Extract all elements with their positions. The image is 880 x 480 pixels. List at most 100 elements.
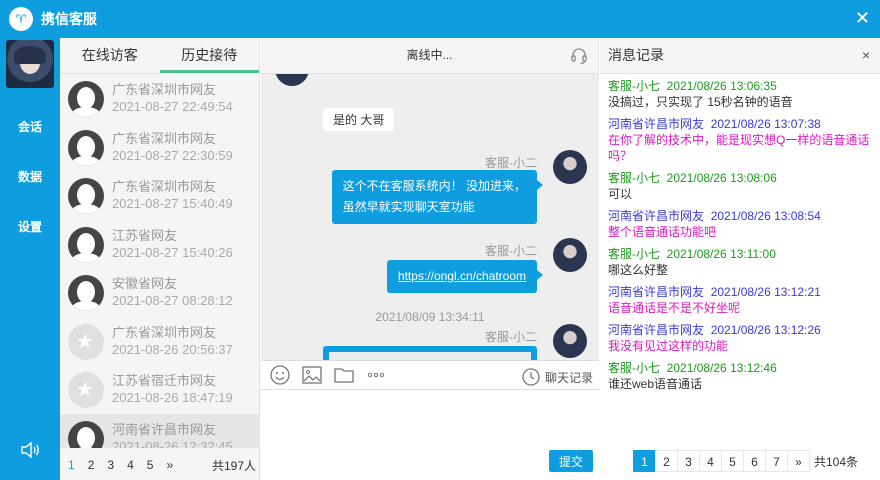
- visitor-time: 2021-08-27 08:28:12: [112, 293, 233, 308]
- chat-status: 离线中...: [406, 48, 453, 62]
- list-item[interactable]: 广东省深圳市网友 2021-08-27 22:49:54: [60, 74, 259, 123]
- record-text: 我没有见过这样的功能: [608, 339, 729, 353]
- visitor-name: 江苏省网友: [112, 227, 178, 243]
- headset-icon[interactable]: [570, 47, 588, 65]
- app-window: ♈ 携信客服 ✕ 会话 数据 设置 在线访客 历史接待 广东省深圳市网友 202…: [0, 0, 880, 480]
- avatar-offline: ★: [68, 323, 104, 360]
- record-text: 可以: [608, 187, 633, 201]
- close-records-button[interactable]: ×: [862, 38, 870, 72]
- visitor-total: 共197人: [211, 458, 256, 473]
- visitor-time: 2021-08-27 15:40:26: [112, 244, 233, 260]
- rail-item-data[interactable]: 数据: [0, 168, 60, 185]
- tab-history[interactable]: 历史接待: [159, 38, 259, 73]
- record-meta: 河南省许昌市网友 2021/08/26 13:12:26: [608, 323, 821, 337]
- next-page-link[interactable]: »: [787, 450, 810, 472]
- submit-button[interactable]: 提交: [549, 450, 593, 472]
- rail-item-chat[interactable]: 会话: [0, 118, 60, 135]
- message-records-panel: 消息记录 × 客服-小七 2021/08/26 13:06:35 没搞过，只实现…: [600, 38, 880, 480]
- message-input[interactable]: 提交: [261, 390, 599, 480]
- page-link[interactable]: 4: [699, 450, 722, 472]
- folder-icon[interactable]: [333, 364, 355, 386]
- page-link[interactable]: 2: [655, 450, 678, 472]
- list-item[interactable]: 广东省深圳市网友 2021-08-27 15:40:49: [60, 171, 259, 220]
- message-sender: 客服-小二: [485, 244, 537, 258]
- page-link[interactable]: 7: [765, 450, 788, 472]
- visitor-list: 广东省深圳市网友 2021-08-27 22:49:54 广东省深圳市网友 20…: [60, 74, 259, 448]
- record-text: 谁还web语音通话: [608, 377, 703, 391]
- records-list: 客服-小七 2021/08/26 13:06:35 没搞过，只实现了 15秒名钟…: [600, 74, 880, 448]
- records-total: 共104条: [814, 454, 859, 469]
- avatar: [553, 324, 587, 358]
- message-timestamp: 2021/08/09 13:34:11: [375, 310, 485, 324]
- chat-toolbar: 聊天记录: [261, 360, 599, 390]
- image-icon[interactable]: [301, 364, 323, 386]
- record-item: 客服-小七 2021/08/26 13:12:46 谁还web语音通话: [608, 360, 872, 392]
- more-icon[interactable]: [365, 364, 387, 386]
- message-bubble-visitor: 是的 大哥: [323, 108, 395, 131]
- clock-icon: [522, 368, 540, 386]
- record-meta: 河南省许昌市网友 2021/08/26 13:07:38: [608, 117, 821, 131]
- record-meta: 客服-小七 2021/08/26 13:08:06: [608, 171, 777, 185]
- star-icon: ★: [76, 379, 94, 401]
- message-image[interactable]: [323, 346, 537, 360]
- visitor-time: 2021-08-26 12:32:45: [112, 438, 233, 449]
- record-text: 没搞过，只实现了 15秒名钟的语音: [608, 95, 793, 109]
- list-item-selected[interactable]: 河南省许昌市网友 2021-08-26 12:32:45: [60, 413, 259, 449]
- page-link[interactable]: 1: [633, 450, 656, 472]
- page-link[interactable]: 5: [721, 450, 744, 472]
- tab-online-visitors[interactable]: 在线访客: [60, 38, 160, 73]
- chatroom-link[interactable]: https://ongl.cn/chatroom: [398, 269, 526, 283]
- record-item: 客服-小七 2021/08/26 13:11:00 哪这么好整: [608, 246, 872, 278]
- visitor-name: 河南省许昌市网友: [112, 421, 217, 437]
- page-link[interactable]: 3: [107, 458, 114, 472]
- speaker-icon[interactable]: [20, 441, 40, 459]
- records-header: 消息记录 ×: [600, 38, 880, 74]
- next-page-link[interactable]: »: [166, 458, 173, 472]
- record-meta: 客服-小七 2021/08/26 13:12:46: [608, 361, 777, 375]
- page-link[interactable]: 5: [147, 458, 154, 472]
- visitor-time: 2021-08-26 20:56:37: [112, 341, 233, 357]
- left-rail: 会话 数据 设置: [0, 38, 60, 480]
- record-item: 河南省许昌市网友 2021/08/26 13:12:26 我没有见过这样的功能: [608, 322, 872, 354]
- list-item[interactable]: 安徽省网友 2021-08-27 08:28:12: [60, 268, 259, 317]
- message-line: 虽然早就实现聊天室功能: [342, 200, 475, 214]
- message-sender: 客服-小二: [485, 156, 537, 170]
- visitor-pager: 1 2 3 4 5 » 共197人: [60, 450, 260, 480]
- agent-avatar[interactable]: [6, 40, 54, 88]
- page-link[interactable]: 2: [88, 458, 95, 472]
- record-meta: 河南省许昌市网友 2021/08/26 13:08:54: [608, 209, 821, 223]
- list-item[interactable]: 广东省深圳市网友 2021-08-27 22:30:59: [60, 123, 259, 172]
- message-bubble-agent: https://ongl.cn/chatroom: [386, 260, 544, 293]
- page-link[interactable]: 6: [743, 450, 766, 472]
- message-bubble-agent: 这个不在客服系统内！ 没加进来， 虽然早就实现聊天室功能: [331, 170, 544, 224]
- visitor-name: 江苏省宿迁市网友: [112, 373, 217, 388]
- message-sender: 客服-小二: [485, 330, 537, 344]
- emoji-icon[interactable]: [269, 364, 291, 386]
- avatar: [553, 150, 587, 184]
- chat-panel: 离线中... 是的 大哥 客服-小二 这个不在客服系统内！ 没加进来， 虽然早就…: [261, 38, 599, 480]
- page-link[interactable]: 1: [68, 458, 75, 472]
- avatar: [68, 129, 104, 166]
- app-logo-icon: ♈: [9, 7, 33, 31]
- list-item[interactable]: 江苏省网友 2021-08-27 15:40:26: [60, 220, 259, 269]
- records-pager: 1 2 3 4 5 6 7 » 共104条: [633, 450, 859, 472]
- avatar: [68, 420, 104, 448]
- list-item[interactable]: ★ 广东省深圳市网友 2021-08-26 20:56:37: [60, 317, 259, 366]
- visitor-name: 安徽省网友: [112, 276, 178, 291]
- record-text: 整个语音通话功能吧: [608, 225, 717, 239]
- page-link[interactable]: 4: [127, 458, 134, 472]
- star-icon: ★: [76, 330, 94, 353]
- visitor-panel: 在线访客 历史接待 广东省深圳市网友 2021-08-27 22:49:54 广…: [60, 38, 260, 480]
- avatar: [275, 74, 309, 86]
- visitor-tabs: 在线访客 历史接待: [60, 38, 259, 74]
- close-icon[interactable]: ✕: [855, 8, 870, 28]
- record-item: 河南省许昌市网友 2021/08/26 13:08:54 整个语音通话功能吧: [608, 208, 872, 240]
- avatar: [68, 178, 104, 214]
- visitor-name: 广东省深圳市网友: [112, 82, 217, 97]
- rail-item-settings[interactable]: 设置: [0, 218, 60, 235]
- title-bar: ♈ 携信客服 ✕: [0, 0, 880, 38]
- page-link[interactable]: 3: [677, 450, 700, 472]
- chat-history-button[interactable]: 聊天记录: [521, 367, 593, 387]
- avatar: [68, 226, 104, 263]
- list-item[interactable]: ★ 江苏省宿迁市网友 2021-08-26 18:47:19: [60, 365, 259, 414]
